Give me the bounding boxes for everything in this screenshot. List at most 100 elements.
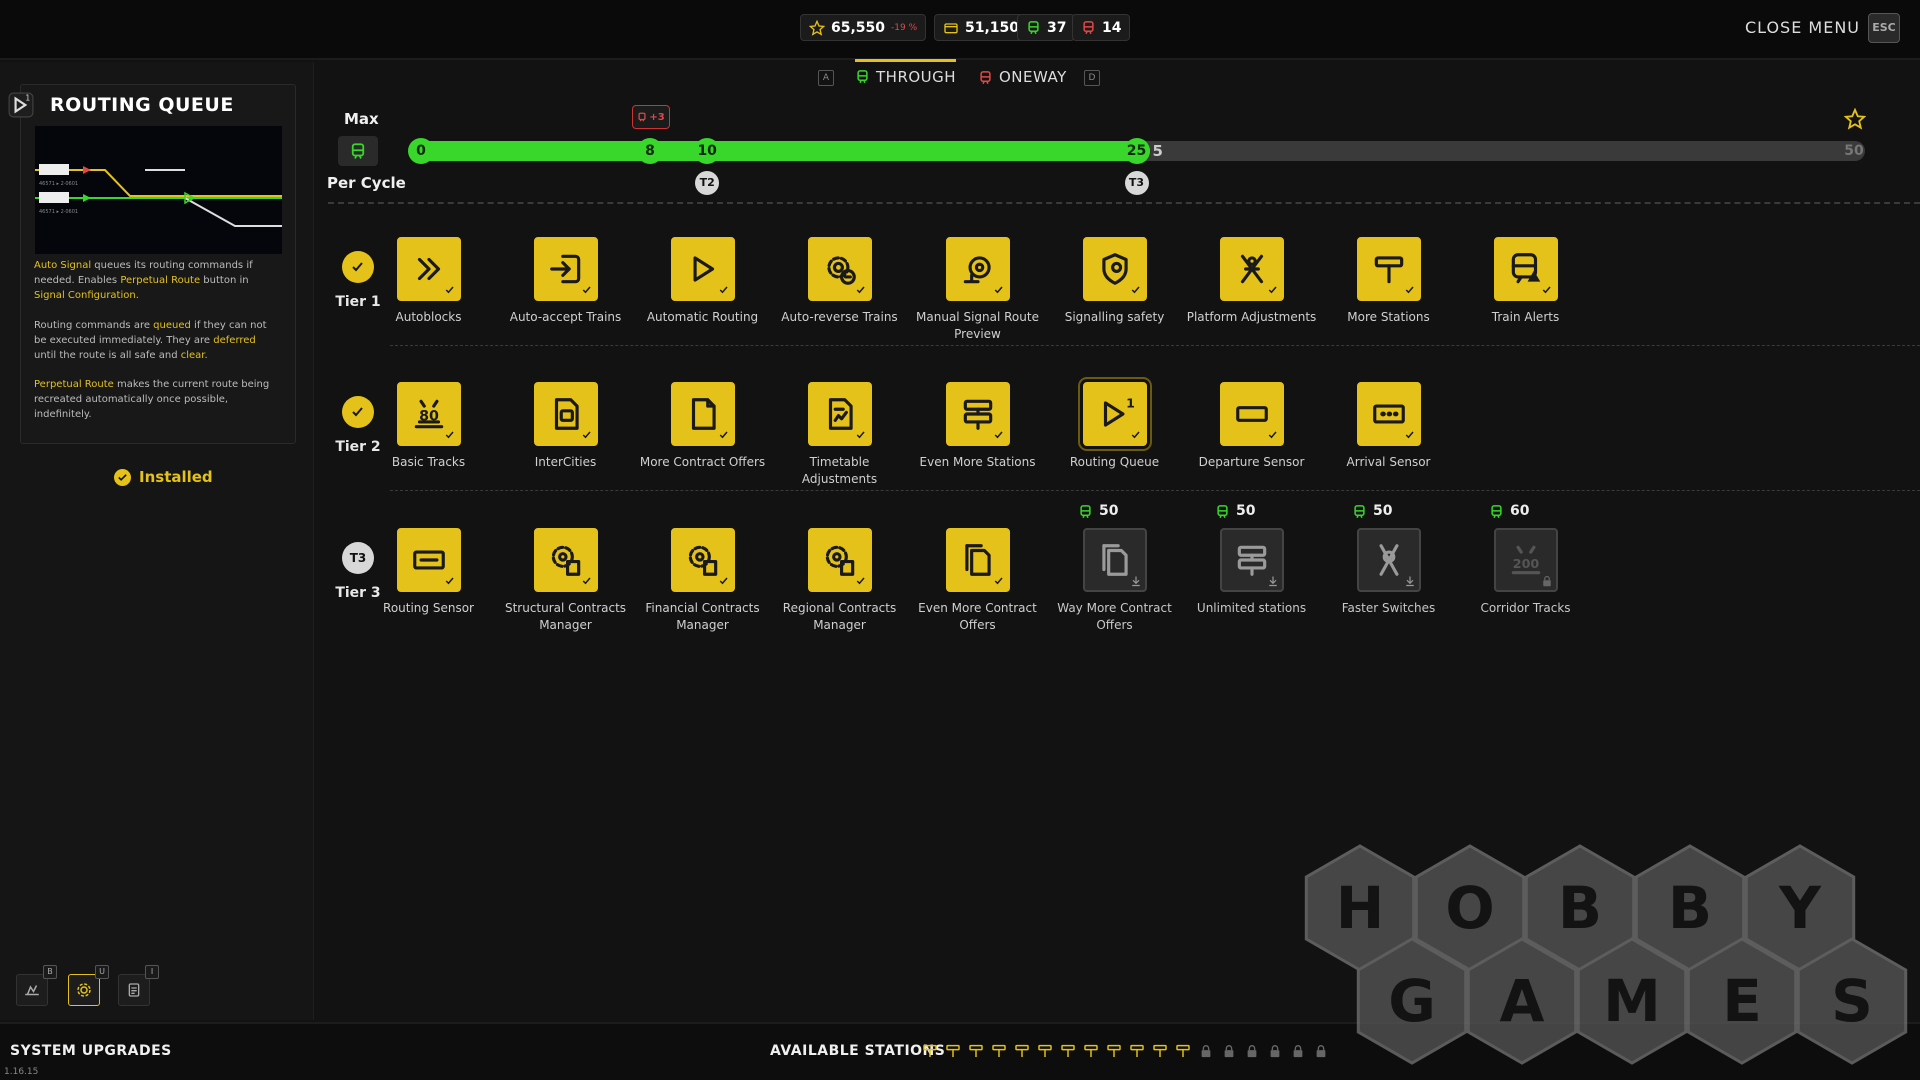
capacity-fill	[410, 141, 1150, 161]
upgrade-tile[interactable]	[670, 382, 735, 446]
installed-check-icon	[994, 431, 1003, 439]
upgrade-faster-switches[interactable]: Faster Switches	[1320, 528, 1457, 617]
cost-value: 50	[1099, 503, 1119, 519]
upgrade-tile[interactable]	[533, 382, 598, 446]
upgrade-signalling-safety[interactable]: Signalling safety	[1046, 237, 1183, 326]
upgrade-cost: 60	[1489, 503, 1529, 519]
station-sign-icon	[1104, 1042, 1123, 1060]
info-mini-button[interactable]: I	[118, 965, 159, 1006]
upgrade-routing-queue[interactable]: 1 Routing Queue	[1046, 377, 1183, 471]
intercity-doc-icon	[554, 398, 579, 430]
upgrade-autoblocks[interactable]: Autoblocks	[360, 237, 497, 326]
green-train-icon	[857, 70, 868, 84]
upgrade-name: Platform Adjustments	[1186, 310, 1317, 324]
upgrade-tile[interactable]	[807, 382, 872, 446]
upgrade-basic-tracks[interactable]: 80 Basic Tracks	[360, 382, 497, 471]
upgrade-tile[interactable]	[807, 528, 872, 592]
upgrade-tile[interactable]	[1219, 237, 1284, 301]
upgrade-tile[interactable]	[1219, 528, 1284, 592]
tier-threshold-marker: T3	[1124, 171, 1149, 195]
upgrade-tile[interactable]	[533, 237, 598, 301]
upgrade-more-stations[interactable]: More Stations	[1320, 237, 1457, 326]
upgrade-routing-sensor[interactable]: Routing Sensor	[360, 528, 497, 617]
upgrade-even-more-stations[interactable]: Even More Stations	[909, 382, 1046, 471]
upgrade-tile[interactable]	[1356, 382, 1421, 446]
station-sign-icon	[943, 1042, 962, 1060]
upgrade-way-more-contract-offers[interactable]: Way More Contract Offers	[1046, 528, 1183, 634]
upgrade-auto-reverse-trains[interactable]: Auto-reverse Trains	[771, 237, 908, 326]
lock-icon	[1265, 1042, 1284, 1060]
upgrade-corridor-tracks[interactable]: 200 Corridor Tracks	[1457, 528, 1594, 617]
station-sign-icon	[1012, 1042, 1031, 1060]
station-slots	[920, 1042, 1330, 1060]
esc-key-hint[interactable]: ESC	[1868, 13, 1900, 43]
red-train-icon	[1083, 21, 1094, 35]
upgrade-tile[interactable]	[533, 528, 598, 592]
upgrade-tile[interactable]	[396, 528, 461, 592]
star-icon	[809, 19, 825, 36]
routing-queue-icon: 1	[1103, 396, 1134, 427]
tab-next-key[interactable]: D	[1084, 70, 1100, 86]
tab-prev-key[interactable]: A	[818, 70, 834, 86]
red-train-icon	[638, 112, 646, 122]
svg-text:1: 1	[25, 94, 30, 103]
preview-code-2: 46571 ▸ 2·0601	[39, 209, 78, 215]
upgrade-name: Automatic Routing	[646, 310, 759, 324]
routes-mini-button[interactable]: B	[16, 965, 57, 1006]
capacity-max: 50	[1844, 143, 1864, 159]
upgrades-mini-button[interactable]: U	[68, 965, 109, 1006]
documents-icon	[964, 544, 991, 576]
upgrade-tile[interactable]	[945, 382, 1010, 446]
upgrade-more-contract-offers[interactable]: More Contract Offers	[634, 382, 771, 471]
tab-oneway[interactable]: ONEWAY	[978, 62, 1067, 92]
upgrade-train-alerts[interactable]: Train Alerts	[1457, 237, 1594, 326]
tab-through[interactable]: THROUGH	[855, 59, 957, 89]
remaining-capacity: 5	[1152, 142, 1163, 160]
upgrade-name: Corridor Tracks	[1480, 601, 1571, 615]
upgrade-tile[interactable]	[1082, 528, 1147, 592]
installed-check-icon	[1405, 286, 1414, 294]
slider-node: 8	[636, 138, 663, 164]
upgrade-tile[interactable]	[1493, 237, 1558, 301]
reputation-delta: -19 %	[891, 22, 918, 33]
upgrade-tile[interactable]	[670, 237, 735, 301]
upgrade-tile[interactable]: 80	[396, 382, 461, 446]
installed-check-icon	[1268, 431, 1277, 439]
upgrade-tile[interactable]	[1219, 382, 1284, 446]
favorite-star-icon[interactable]	[1843, 107, 1867, 134]
installed-check-icon	[856, 577, 865, 585]
upgrade-platform-adjustments[interactable]: Platform Adjustments	[1183, 237, 1320, 326]
upgrade-timetable-adjustments[interactable]: Timetable Adjustments	[771, 382, 908, 488]
description-text: button in	[200, 275, 249, 286]
train-capacity-icon	[338, 136, 378, 166]
upgrade-even-more-contract-offers[interactable]: Even More Contract Offers	[909, 528, 1046, 634]
upgrade-departure-sensor[interactable]: Departure Sensor	[1183, 382, 1320, 471]
upgrade-auto-accept-trains[interactable]: Auto-accept Trains	[497, 237, 634, 326]
detail-title: ROUTING QUEUE	[50, 94, 234, 116]
upgrade-intercities[interactable]: InterCities	[497, 382, 634, 471]
upgrade-tile[interactable]	[945, 528, 1010, 592]
green-trains-value: 37	[1047, 19, 1067, 36]
preview-image: 46571 ▸ 2·0601 46571 ▸ 2·0601	[35, 126, 282, 254]
upgrade-structural-contracts-manager[interactable]: Structural Contracts Manager	[497, 528, 634, 634]
upgrade-tile[interactable]	[396, 237, 461, 301]
upgrade-tile[interactable]: 200	[1493, 528, 1558, 592]
close-menu-button[interactable]: CLOSE MENU	[1745, 18, 1860, 37]
upgrade-tile[interactable]	[945, 237, 1010, 301]
upgrade-manual-signal-route-preview[interactable]: Manual Signal Route Preview	[909, 237, 1046, 343]
upgrade-unlimited-stations[interactable]: Unlimited stations	[1183, 528, 1320, 617]
upgrade-regional-contracts-manager[interactable]: Regional Contracts Manager	[771, 528, 908, 634]
green-train-icon	[1217, 504, 1228, 518]
upgrade-financial-contracts-manager[interactable]: Financial Contracts Manager	[634, 528, 771, 634]
preview-code-1: 46571 ▸ 2·0601	[39, 181, 78, 187]
upgrade-name: Unlimited stations	[1196, 601, 1307, 615]
upgrade-automatic-routing[interactable]: Automatic Routing	[634, 237, 771, 326]
upgrade-arrival-sensor[interactable]: Arrival Sensor	[1320, 382, 1457, 471]
upgrade-tile[interactable]	[670, 528, 735, 592]
upgrade-tile[interactable]	[1356, 237, 1421, 301]
upgrade-tile[interactable]: 1	[1077, 377, 1152, 451]
upgrade-tile[interactable]	[1356, 528, 1421, 592]
upgrade-tile[interactable]	[807, 237, 872, 301]
upgrade-tile[interactable]	[1082, 237, 1147, 301]
hotkey-u: U	[95, 965, 109, 979]
